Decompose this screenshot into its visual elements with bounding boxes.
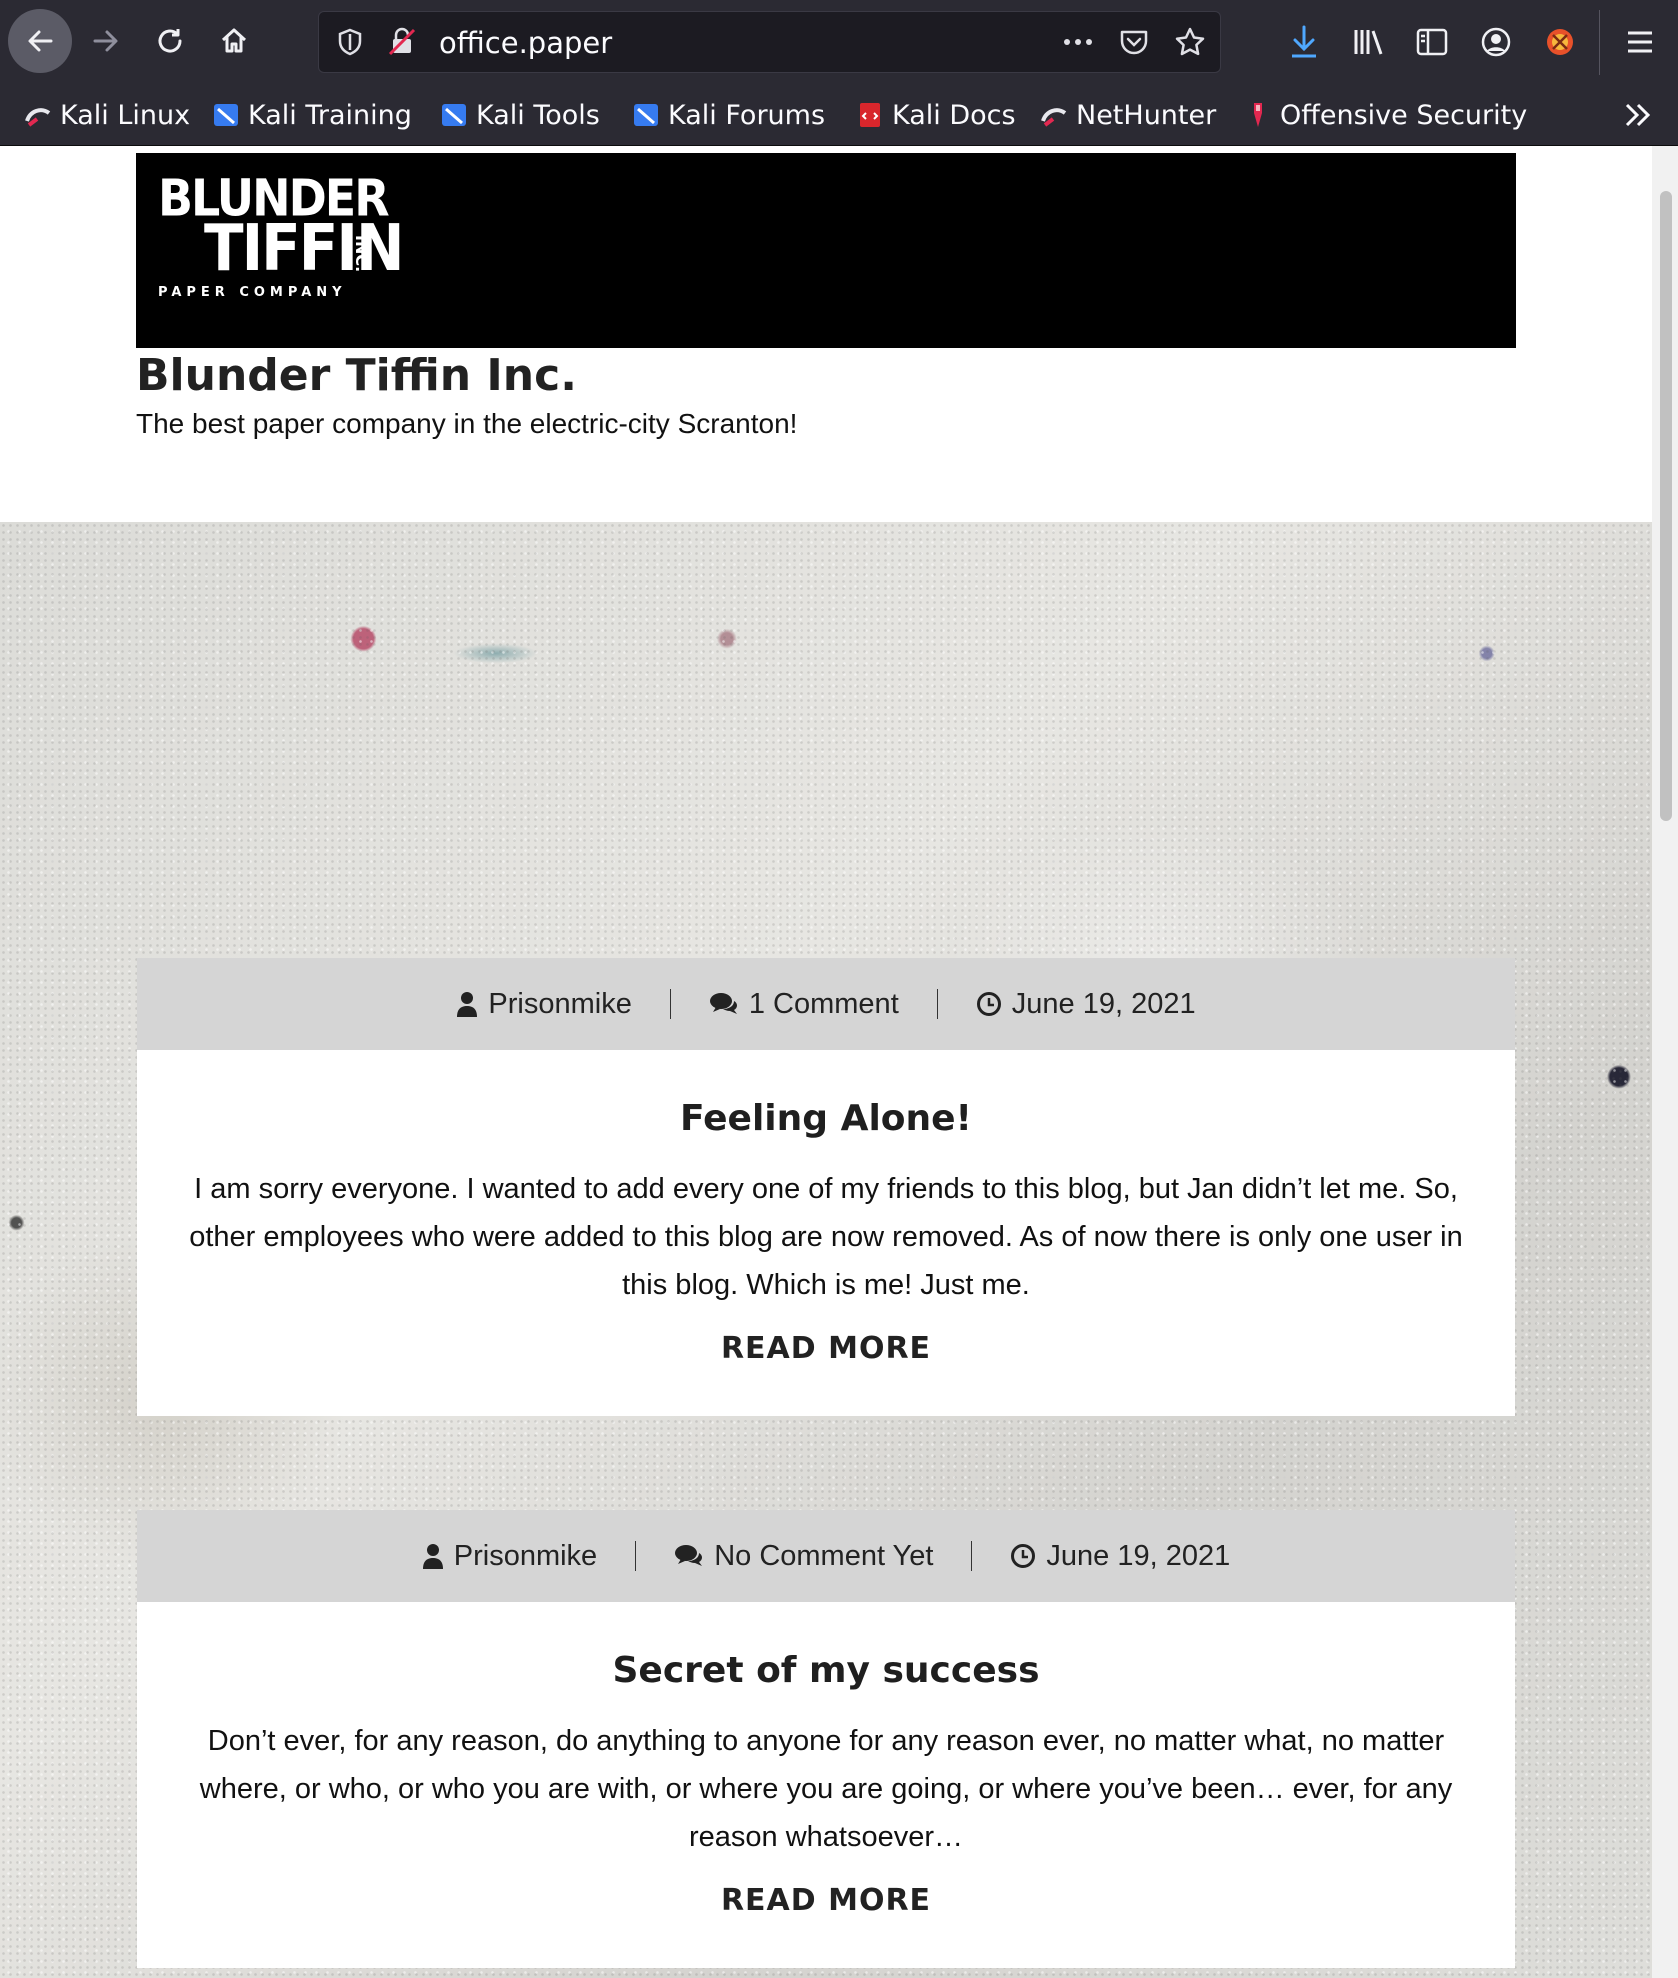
read-more-link[interactable]: READ MORE [187, 1883, 1465, 1918]
bookmark-label: Kali Forums [668, 99, 826, 131]
home-icon [221, 28, 247, 53]
bookmark-kali-forums[interactable]: Kali Forums [632, 95, 825, 135]
reload-button[interactable] [138, 9, 202, 73]
user-icon [422, 1544, 443, 1569]
site-banner[interactable]: BLUNDER TIFFIN INC. PAPER COMPANY [136, 153, 1516, 348]
logo-inc: INC. [352, 235, 371, 273]
meta-separator [635, 1541, 637, 1571]
hamburger-menu-icon[interactable] [1618, 20, 1662, 64]
blog-post: Prisonmike 1 Comment June 19, 2021 Feeli… [137, 958, 1515, 1416]
post-excerpt: Don’t ever, for any reason, do anything … [199, 1725, 1453, 1853]
post-title[interactable]: Feeling Alone! [187, 1098, 1465, 1139]
back-button[interactable] [8, 9, 72, 73]
kali-forums-icon [634, 104, 658, 126]
bookmark-nethunter[interactable]: NetHunter [1040, 95, 1216, 135]
more-actions-icon[interactable] [1061, 25, 1095, 59]
comment-count[interactable]: 1 Comment [749, 988, 899, 1021]
arrow-right-icon [93, 30, 118, 52]
bookmark-label: Kali Tools [476, 99, 600, 131]
bookmark-label: NetHunter [1076, 99, 1217, 131]
user-icon [457, 992, 478, 1017]
chevron-double-right-icon [1625, 103, 1651, 127]
bookmark-label: Offensive Security [1280, 99, 1528, 131]
bookmark-star-icon[interactable] [1173, 25, 1207, 59]
date-text: June 19, 2021 [1046, 1539, 1231, 1572]
downloads-icon[interactable] [1282, 20, 1326, 64]
offsec-icon [1254, 103, 1262, 127]
home-button[interactable] [202, 9, 266, 73]
meta-separator [936, 989, 938, 1019]
bookmark-offensive-security[interactable]: Offensive Security [1244, 95, 1527, 135]
pocket-icon[interactable] [1117, 25, 1151, 59]
more-bookmarks-button[interactable] [1618, 95, 1658, 135]
post-comments[interactable]: No Comment Yet [674, 1540, 933, 1573]
post-date: June 19, 2021 [1010, 1540, 1230, 1573]
account-icon[interactable] [1474, 20, 1518, 64]
post-excerpt: I am sorry everyone. I wanted to add eve… [189, 1173, 1463, 1301]
toolbar-separator [1599, 10, 1600, 75]
comments-icon [709, 993, 737, 1014]
bookmark-kali-linux[interactable]: Kali Linux [24, 95, 190, 135]
post-meta: Prisonmike No Comment Yet June 19, 2021 [137, 1510, 1515, 1602]
library-icon[interactable] [1347, 20, 1391, 64]
bookmark-label: Kali Linux [60, 99, 191, 131]
nethunter-icon [1041, 108, 1067, 127]
logo-line-3: PAPER COMPANY [158, 285, 347, 300]
meta-separator [669, 989, 671, 1019]
insecure-lock-icon[interactable] [385, 25, 419, 59]
post-title[interactable]: Secret of my success [187, 1650, 1465, 1691]
bookmark-kali-training[interactable]: Kali Training [212, 95, 412, 135]
extension-icon[interactable] [1538, 20, 1582, 64]
read-more-link[interactable]: READ MORE [187, 1331, 1465, 1366]
forward-button[interactable] [74, 9, 138, 73]
date-text: June 19, 2021 [1011, 987, 1196, 1020]
post-author[interactable]: Prisonmike [422, 1540, 597, 1573]
bookmark-kali-docs[interactable]: Kali Docs [856, 95, 1016, 135]
post-body: Secret of my success Don’t ever, for any… [137, 1602, 1515, 1968]
bookmark-label: Kali Docs [892, 99, 1016, 131]
page-viewport: BLUNDER TIFFIN INC. PAPER COMPANY Blunde… [0, 146, 1652, 1978]
clock-icon [1011, 1544, 1036, 1568]
sidebar-icon[interactable] [1410, 20, 1454, 64]
bookmark-label: Kali Training [248, 99, 412, 131]
author-name[interactable]: Prisonmike [488, 988, 631, 1021]
post-date: June 19, 2021 [976, 988, 1196, 1021]
url-text[interactable]: office.paper [439, 26, 612, 60]
kali-docs-icon [860, 103, 880, 127]
comment-count[interactable]: No Comment Yet [714, 1540, 933, 1573]
url-bar[interactable]: office.paper [318, 11, 1221, 73]
kali-training-icon [214, 104, 238, 126]
reload-icon [158, 29, 182, 53]
bookmark-kali-tools[interactable]: Kali Tools [440, 95, 600, 135]
scrollbar-thumb[interactable] [1660, 191, 1672, 821]
clock-icon [976, 992, 1001, 1016]
meta-separator [971, 1541, 973, 1571]
site-title[interactable]: Blunder Tiffin Inc. [136, 350, 577, 401]
site-logo[interactable]: BLUNDER TIFFIN INC. PAPER COMPANY [158, 173, 405, 300]
logo-line-2: TIFFIN [204, 210, 405, 286]
arrow-left-icon [28, 30, 53, 52]
author-name[interactable]: Prisonmike [454, 1540, 597, 1573]
bookmarks-toolbar: Kali Linux Kali Training Kali Tools Kali… [0, 85, 1678, 146]
comments-icon [675, 1545, 703, 1566]
browser-toolbar: office.paper [0, 0, 1678, 85]
shield-icon[interactable] [333, 25, 367, 59]
blog-post: Prisonmike No Comment Yet June 19, 2021 … [137, 1510, 1515, 1968]
post-body: Feeling Alone! I am sorry everyone. I wa… [137, 1050, 1515, 1416]
page-scrollbar[interactable] [1652, 146, 1678, 1978]
post-comments[interactable]: 1 Comment [709, 988, 899, 1021]
post-meta: Prisonmike 1 Comment June 19, 2021 [137, 958, 1515, 1050]
site-tagline: The best paper company in the electric-c… [136, 408, 798, 439]
kali-tools-icon [442, 104, 466, 126]
post-author[interactable]: Prisonmike [456, 988, 632, 1021]
kali-dragon-icon [25, 108, 51, 127]
